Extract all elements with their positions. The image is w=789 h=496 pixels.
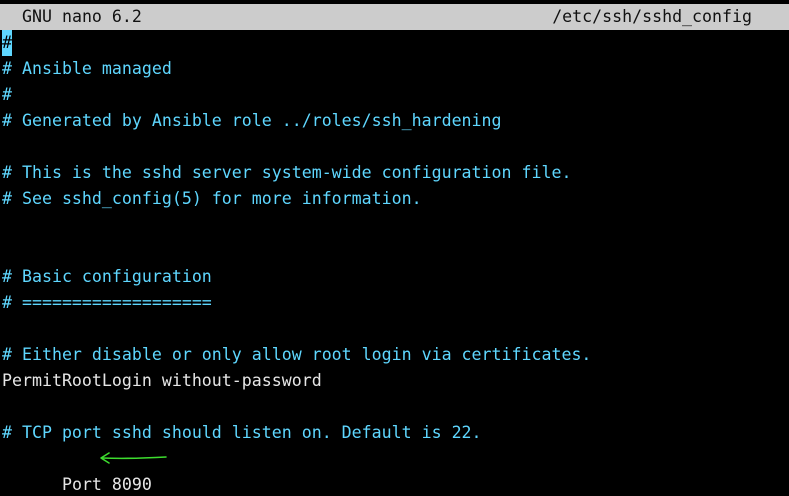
file-path: /etc/ssh/sshd_config — [552, 7, 752, 26]
editor-line[interactable]: # Ansible managed — [2, 56, 787, 82]
arrow-left-icon — [100, 452, 167, 464]
editor-line[interactable]: # — [2, 82, 787, 108]
editor-line[interactable]: # See sshd_config(5) for more informatio… — [2, 186, 787, 212]
editor-line[interactable]: PermitRootLogin without-password — [2, 368, 787, 394]
port-setting-text: Port 8090 — [61, 475, 152, 494]
app-name: GNU nano 6.2 — [22, 7, 142, 26]
editor-line[interactable]: # Either disable or only allow root logi… — [2, 342, 787, 368]
text-cursor: # — [2, 30, 12, 56]
editor-line[interactable]: # — [2, 30, 787, 56]
editor-line[interactable] — [2, 212, 787, 238]
editor-line[interactable] — [2, 316, 787, 342]
terminal-window: GNU nano 6.2 /etc/ssh/sshd_config # # An… — [0, 0, 789, 496]
editor-line[interactable]: # This is the sshd server system-wide co… — [2, 160, 787, 186]
editor-line-port[interactable]: Port 8090 — [2, 446, 787, 494]
editor-line[interactable]: # TCP port sshd should listen on. Defaul… — [2, 420, 787, 446]
editor-line[interactable]: # Basic configuration — [2, 264, 787, 290]
editor-line[interactable]: # =================== — [2, 290, 787, 316]
editor-line[interactable] — [2, 134, 787, 160]
nano-titlebar: GNU nano 6.2 /etc/ssh/sshd_config — [0, 4, 789, 30]
editor-text-area[interactable]: # # Ansible managed # # Generated by Ans… — [2, 30, 787, 494]
editor-line[interactable] — [2, 238, 787, 264]
editor-line[interactable]: # Generated by Ansible role ../roles/ssh… — [2, 108, 787, 134]
editor-line[interactable] — [2, 394, 787, 420]
